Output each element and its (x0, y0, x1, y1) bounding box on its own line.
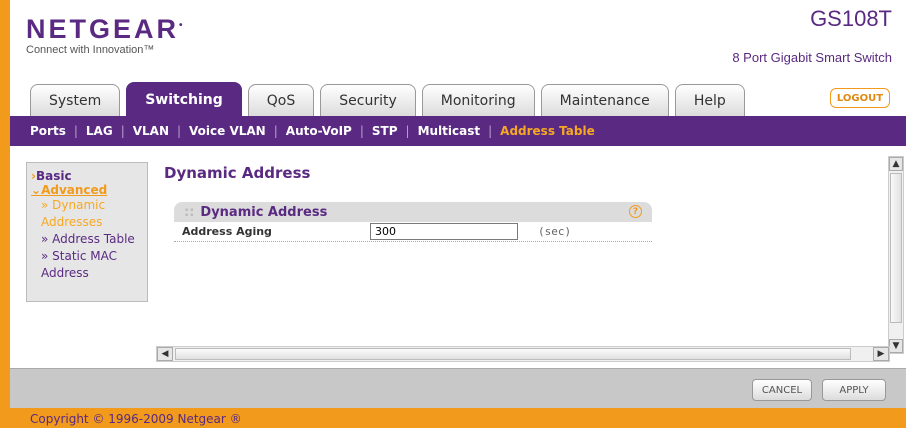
scroll-left-icon[interactable]: ◀ (157, 347, 173, 361)
address-aging-input[interactable] (370, 223, 518, 240)
scroll-down-icon[interactable]: ▼ (889, 339, 903, 353)
vertical-scroll-thumb[interactable] (890, 173, 902, 323)
address-aging-row: Address Aging (sec) (174, 222, 652, 242)
nav-advanced-link[interactable]: ⌄Advanced (31, 183, 143, 197)
nav-basic-link[interactable]: ›Basic (31, 169, 143, 183)
submenu-address-table[interactable]: Address Table (500, 124, 595, 138)
page-title: Dynamic Address (164, 164, 311, 182)
nav-item-address-table[interactable]: » Address Table (31, 231, 143, 248)
submenu-stp[interactable]: STP (372, 124, 398, 138)
tab-help[interactable]: Help (674, 84, 745, 116)
submenu-separator: | (73, 124, 78, 138)
main-tabs: System Switching QoS Security Monitoring Main… (30, 82, 751, 116)
apply-button[interactable]: APPLY (822, 379, 886, 401)
model-description: 8 Port Gigabit Smart Switch (732, 50, 892, 65)
tab-maintenance[interactable]: Maintenance (540, 84, 669, 116)
vertical-scrollbar[interactable]: ▲ ▼ (888, 156, 904, 354)
address-aging-label: Address Aging (182, 225, 272, 238)
submenu-bar: Ports | LAG | VLAN | Voice VLAN | Auto-VoIP | STP |… (10, 116, 906, 146)
action-bar: CANCEL APPLY (10, 368, 906, 408)
chevron-icon: » (41, 249, 53, 263)
tagline: Connect with Innovation™ (26, 44, 155, 56)
logo-text: NETGEAR (26, 14, 180, 44)
nav-item-label: Static MAC Address (41, 249, 118, 280)
submenu-separator: | (405, 124, 410, 138)
section-handle-icon: :: (184, 204, 195, 220)
submenu-separator: | (120, 124, 125, 138)
content-area: ›Basic ⌄Advanced » Dynamic Addresses» Ad… (10, 146, 906, 366)
scroll-right-icon[interactable]: ▶ (873, 347, 889, 361)
chevron-icon: » (41, 232, 53, 246)
help-icon[interactable]: ? (629, 205, 642, 218)
horizontal-scrollbar[interactable]: ◀ ▶ (156, 346, 890, 362)
submenu-multicast[interactable]: Multicast (418, 124, 481, 138)
nav-item-dynamic-addresses[interactable]: » Dynamic Addresses (31, 197, 143, 231)
logout-button[interactable]: LOGOUT (830, 88, 890, 108)
tab-qos[interactable]: QoS (247, 84, 315, 116)
section-title: Dynamic Address (200, 204, 328, 220)
section-header: :: Dynamic Address ? (174, 202, 652, 222)
nav-advanced-label: Advanced (41, 183, 108, 197)
submenu-separator: | (359, 124, 364, 138)
model-name: GS108T (810, 6, 892, 31)
page-header: NETGEAR• Connect with Innovation™ GS108T… (10, 0, 906, 78)
left-navigation: ›Basic ⌄Advanced » Dynamic Addresses» Ad… (26, 162, 148, 302)
submenu-separator: | (488, 124, 493, 138)
horizontal-scroll-thumb[interactable] (175, 348, 851, 360)
submenu-auto-voip[interactable]: Auto-VoIP (286, 124, 352, 138)
submenu-lag[interactable]: LAG (86, 124, 113, 138)
tab-monitoring[interactable]: Monitoring (421, 84, 535, 116)
tab-switching[interactable]: Switching (126, 82, 242, 116)
dynamic-address-section: :: Dynamic Address ? Address Aging (sec) (174, 202, 652, 248)
cancel-button[interactable]: CANCEL (752, 379, 812, 401)
copyright-footer: Copyright © 1996-2009 Netgear ® (10, 408, 906, 428)
tab-security[interactable]: Security (320, 84, 416, 116)
submenu-ports[interactable]: Ports (30, 124, 66, 138)
nav-item-label: Address Table (52, 232, 135, 246)
submenu-voice-vlan[interactable]: Voice VLAN (189, 124, 266, 138)
chevron-icon: » (41, 198, 53, 212)
tab-system[interactable]: System (30, 84, 121, 116)
submenu-separator: | (177, 124, 182, 138)
address-aging-unit: (sec) (538, 225, 572, 238)
nav-basic-label: Basic (35, 169, 72, 183)
nav-item-static-mac-address[interactable]: » Static MAC Address (31, 248, 143, 282)
submenu-vlan[interactable]: VLAN (133, 124, 169, 138)
submenu-separator: | (273, 124, 278, 138)
netgear-logo: NETGEAR• (26, 14, 183, 44)
scroll-up-icon[interactable]: ▲ (889, 157, 903, 171)
